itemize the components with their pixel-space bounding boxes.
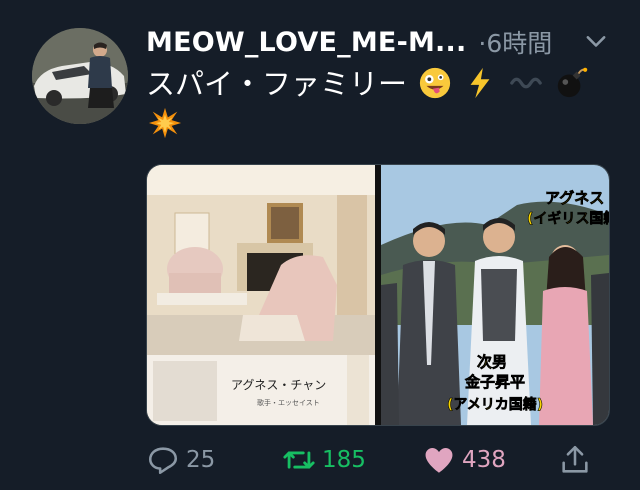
- reply-button[interactable]: 25: [146, 438, 215, 482]
- label-agnes-nationality: (イギリス国籍): [527, 210, 609, 227]
- wavy-dash-icon: [509, 77, 542, 89]
- tweet-header: MEOW_LOVE_ME-M... ·6時間: [146, 24, 626, 60]
- media-image: アグネス・チャン 歌手・エッセイスト アグネス (イギリス国籍: [147, 165, 609, 425]
- retweet-count: 185: [322, 447, 366, 473]
- reply-icon: [148, 447, 178, 475]
- like-button[interactable]: 438: [422, 438, 506, 482]
- caption-title: アグネス・チャン: [231, 378, 326, 392]
- share-button[interactable]: [558, 438, 592, 482]
- reply-count: 25: [186, 447, 216, 473]
- avatar-image: [32, 28, 128, 124]
- timestamp[interactable]: ·6時間: [478, 24, 552, 60]
- like-count: 438: [462, 447, 506, 473]
- family-photo: アグネス (イギリス国籍) 次男 金子昇平 (アメリカ国籍): [381, 165, 609, 425]
- tweet-media[interactable]: アグネス・チャン 歌手・エッセイスト アグネス (イギリス国籍: [146, 164, 610, 426]
- heart-icon: [425, 447, 453, 473]
- zany-face-icon: [420, 67, 451, 99]
- share-icon: [562, 445, 588, 473]
- label-son-name: 金子昇平: [464, 373, 525, 391]
- display-name[interactable]: MEOW_LOVE_ME-M...: [146, 27, 466, 58]
- caption-subtitle: 歌手・エッセイスト: [257, 398, 320, 407]
- label-agnes: アグネス: [545, 189, 604, 207]
- tweet-text: スパイ・ファミリー: [146, 64, 616, 144]
- retweet-button[interactable]: 185: [282, 438, 366, 482]
- user-avatar[interactable]: [32, 28, 128, 124]
- label-son-nationality: (アメリカ国籍): [447, 396, 543, 413]
- bomb-icon: [557, 67, 588, 98]
- chevron-down-icon[interactable]: [582, 28, 610, 56]
- tweet-text-content: スパイ・ファミリー: [146, 67, 408, 101]
- tweet-actions: 25 185 438: [146, 438, 616, 482]
- lightning-icon: [471, 67, 490, 99]
- collision-icon: [148, 107, 182, 139]
- label-son: 次男: [477, 353, 507, 371]
- magazine-photo: アグネス・チャン 歌手・エッセイスト: [147, 165, 375, 425]
- retweet-icon: [283, 451, 315, 469]
